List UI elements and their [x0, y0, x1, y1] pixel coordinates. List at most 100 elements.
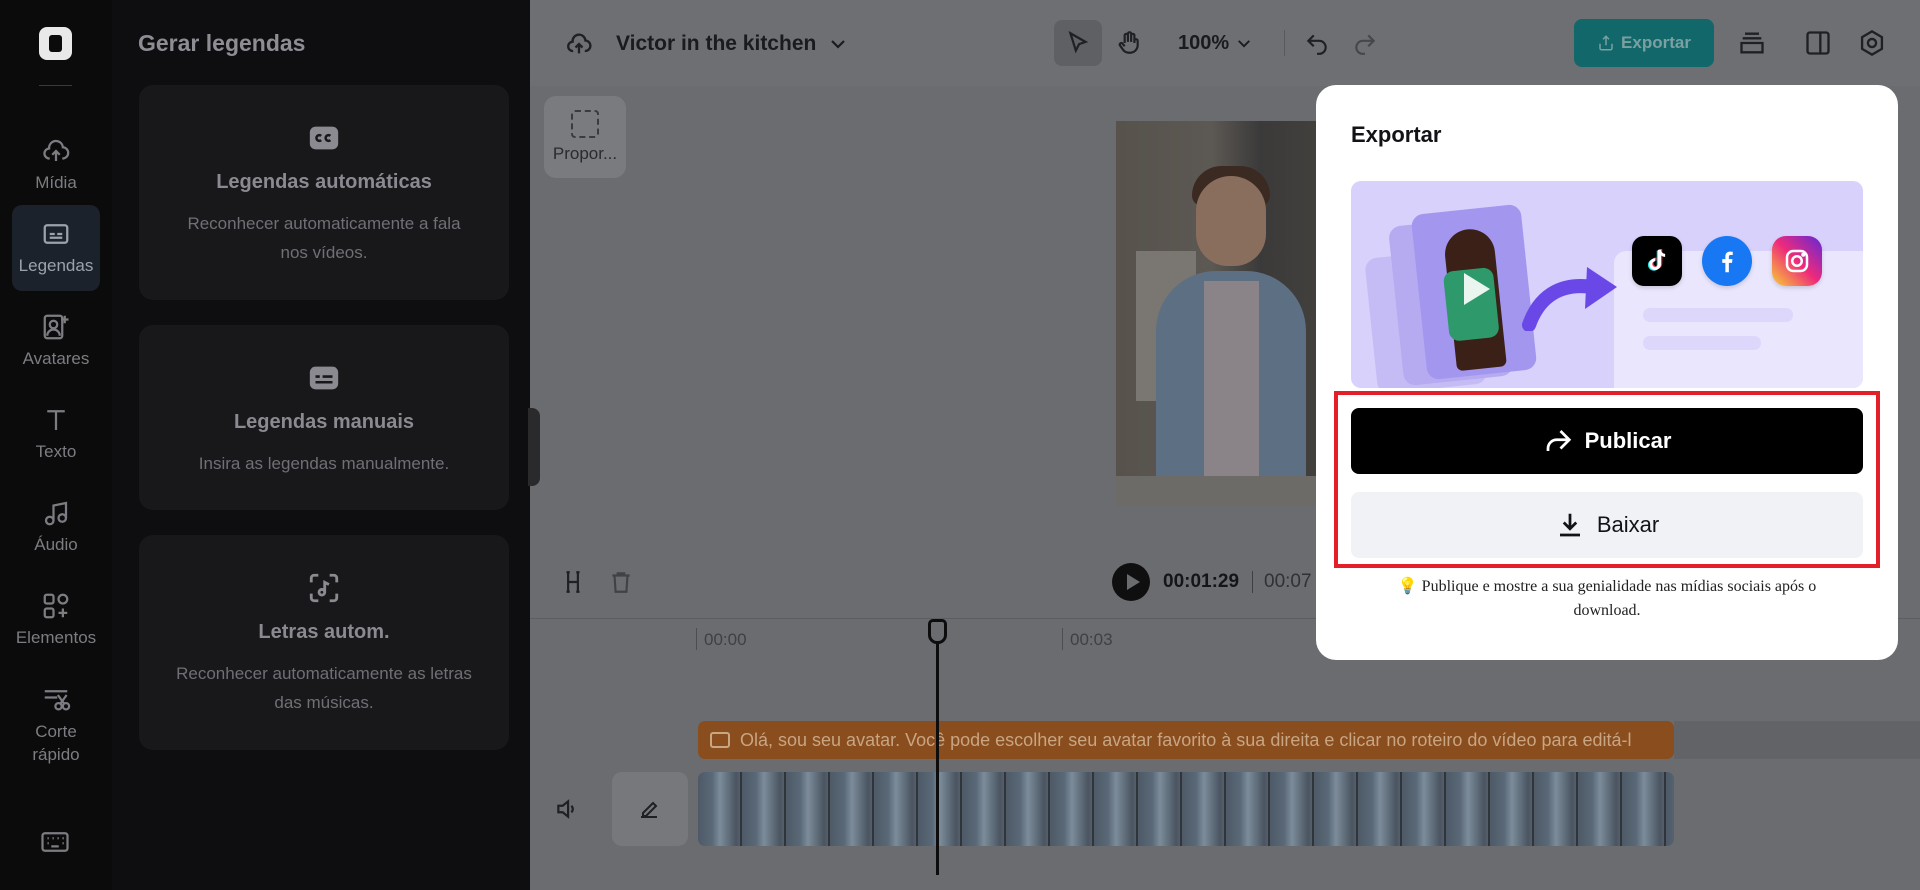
modal-title: Exportar: [1351, 122, 1442, 147]
publish-hint: 💡 Publique e mostre a sua genialidade na…: [1368, 575, 1846, 623]
toggle-side-panel-button[interactable]: [1804, 29, 1832, 57]
export-icon: [1599, 35, 1613, 51]
card-description: Insira as legendas manualmente.: [198, 454, 450, 473]
app-logo[interactable]: [39, 27, 72, 60]
publish-label: Publicar: [1584, 428, 1672, 453]
rail-item-text[interactable]: Texto: [12, 391, 100, 477]
playhead-handle[interactable]: [928, 619, 947, 644]
edit-track-button[interactable]: [612, 772, 688, 846]
rail-item-media[interactable]: Mídia: [12, 122, 100, 208]
project-name-dropdown[interactable]: Victor in the kitchen: [616, 32, 846, 56]
video-track-clip[interactable]: [698, 772, 1674, 846]
card-title: Letras autom.: [258, 621, 390, 643]
facebook-icon: [1702, 236, 1752, 286]
export-label: Exportar: [1621, 33, 1691, 52]
caption-track-empty: [1674, 721, 1920, 759]
quick-cut-icon: [44, 690, 71, 711]
pencil-icon: [641, 801, 658, 818]
select-tool-button[interactable]: [1054, 20, 1102, 66]
track-volume-button[interactable]: [554, 796, 580, 822]
settings-button[interactable]: [1858, 29, 1886, 57]
volume-icon: [557, 799, 574, 819]
hand-tool-button[interactable]: [1116, 30, 1142, 56]
rail-item-label: Áudio: [34, 534, 78, 554]
export-modal: Exportar Publicar Baixar 💡 Publique e mo…: [1316, 85, 1898, 660]
rail-item-audio[interactable]: Áudio: [12, 484, 100, 570]
project-name: Victor in the kitchen: [616, 32, 817, 55]
keyboard-icon: [41, 832, 69, 852]
rail-divider: [39, 85, 72, 86]
aspect-ratio-label: Propor...: [552, 144, 618, 163]
manual-captions-card[interactable]: Legendas manuais Insira as legendas manu…: [139, 325, 509, 510]
card-title: Legendas automáticas: [216, 171, 432, 193]
undo-button[interactable]: [1304, 30, 1330, 56]
trash-icon: [612, 572, 630, 593]
subtitles-icon: [307, 361, 341, 395]
delete-button[interactable]: [608, 569, 634, 595]
layers-icon: [1740, 32, 1764, 54]
undo-icon: [1306, 34, 1327, 55]
rail-item-quick-cut[interactable]: Corte rápido: [12, 672, 100, 780]
keyboard-shortcuts-button[interactable]: [40, 827, 70, 857]
caption-track-clip[interactable]: Olá, sou seu avatar. Você pode escolher …: [698, 721, 1674, 759]
chevron-down-icon: [831, 40, 846, 49]
top-toolbar: Victor in the kitchen 100% Exportar: [530, 0, 1920, 86]
split-button[interactable]: [560, 569, 586, 595]
rail-item-label: Mídia: [35, 172, 77, 192]
rail-item-label: Corte rápido: [32, 722, 80, 764]
hint-text: Publique e mostre a sua genialidade nas …: [1421, 578, 1817, 619]
aspect-ratio-button[interactable]: Propor...: [544, 96, 626, 178]
total-time: 00:07: [1264, 571, 1312, 592]
captions-icon: [43, 223, 69, 244]
chevron-down-icon: [1238, 40, 1251, 48]
left-rail: Mídia Legendas Avatares Texto Áudio Elem…: [0, 0, 112, 890]
ruler-tick-line: [696, 628, 697, 650]
zoom-level: 100%: [1178, 32, 1230, 54]
aspect-ratio-icon: [571, 110, 599, 138]
share-icon: [1546, 430, 1571, 451]
pointer-icon: [1065, 30, 1091, 56]
publish-button[interactable]: Publicar: [1351, 408, 1863, 474]
captions-panel: Gerar legendas Legendas automáticas Reco…: [112, 0, 530, 890]
playhead[interactable]: [936, 630, 939, 875]
rail-item-elements[interactable]: Elementos: [12, 577, 100, 663]
auto-captions-card[interactable]: Legendas automáticas Reconhecer automati…: [139, 85, 509, 300]
lyrics-scan-icon: [307, 571, 341, 605]
ruler-tick-line: [1062, 628, 1063, 650]
lightbulb-icon: 💡: [1397, 578, 1418, 595]
time-separator: [1252, 571, 1253, 593]
text-icon: [47, 409, 65, 430]
auto-lyrics-card[interactable]: Letras autom. Reconhecer automaticamente…: [139, 535, 509, 750]
rail-item-captions[interactable]: Legendas: [12, 205, 100, 291]
download-label: Baixar: [1596, 512, 1660, 537]
ruler-label: 00:00: [704, 630, 747, 649]
cc-icon: [307, 121, 341, 155]
collapse-panel-handle[interactable]: [528, 408, 540, 486]
panel-icon: [1806, 31, 1830, 55]
rail-item-label: Elementos: [15, 627, 97, 647]
redo-button[interactable]: [1352, 30, 1378, 56]
music-icon: [44, 501, 68, 525]
layers-button[interactable]: [1738, 29, 1766, 57]
card-title: Legendas manuais: [233, 411, 415, 433]
cloud-sync-icon[interactable]: [564, 30, 594, 58]
avatar-icon: [43, 314, 69, 339]
ruler-label: 00:03: [1070, 630, 1113, 649]
download-icon: [1559, 513, 1580, 537]
current-time: 00:01:29: [1163, 571, 1240, 592]
rail-item-avatars[interactable]: Avatares: [12, 298, 100, 384]
play-button[interactable]: [1112, 563, 1150, 601]
card-description: Reconhecer automaticamente a fala nos ví…: [187, 214, 461, 262]
arrow-icon: [1522, 267, 1617, 331]
rail-item-label: Legendas: [18, 255, 94, 275]
zoom-dropdown[interactable]: 100%: [1178, 32, 1251, 55]
hand-icon: [1118, 31, 1139, 54]
export-button[interactable]: Exportar: [1574, 19, 1714, 67]
toolbar-divider: [1284, 30, 1285, 56]
rail-item-label: Avatares: [22, 348, 90, 368]
split-icon: [566, 571, 580, 593]
gear-icon: [1860, 29, 1884, 57]
download-button[interactable]: Baixar: [1351, 492, 1863, 558]
card-description: Reconhecer automaticamente as letras das…: [176, 664, 472, 712]
instagram-icon: [1772, 236, 1822, 286]
